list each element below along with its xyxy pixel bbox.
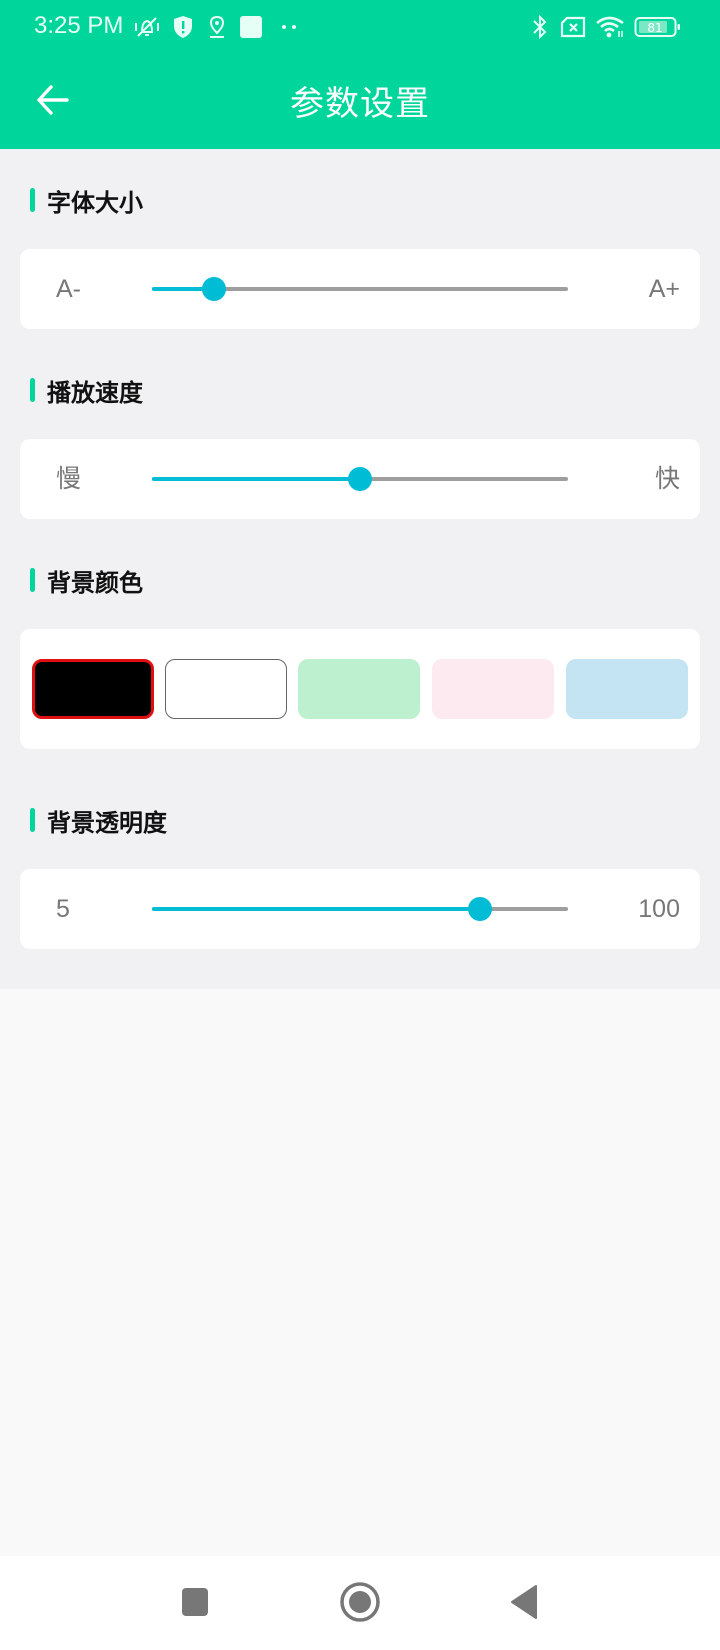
home-button[interactable] [330, 1574, 390, 1634]
font-size-slider[interactable] [152, 275, 568, 303]
background-color-card [20, 629, 700, 749]
section-label: 字体大小 [47, 188, 143, 217]
no-sim-icon [558, 14, 588, 40]
font-size-card: A- A+ [20, 249, 700, 329]
status-time: 3:25 PM [34, 12, 124, 39]
more-dots-icon [280, 14, 300, 40]
play-speed-max-label: 快 [654, 465, 680, 493]
vibrate-mute-icon [132, 14, 162, 40]
battery-level: 81 [647, 21, 662, 35]
section-title-play-speed: 播放速度 [30, 372, 143, 408]
font-size-min-label: A- [56, 275, 81, 303]
back-triangle-icon [508, 1584, 540, 1624]
location-icon [206, 14, 228, 40]
status-bar: 3:25 PM 81 [0, 0, 720, 56]
background-opacity-card: 5 100 [20, 869, 700, 949]
slider-thumb[interactable] [468, 897, 493, 921]
section-accent-bar [30, 568, 35, 592]
color-swatch-blue[interactable] [566, 659, 688, 719]
play-speed-card: 慢 快 [20, 439, 700, 519]
section-label: 背景透明度 [47, 808, 167, 837]
background-opacity-slider[interactable] [152, 895, 568, 923]
color-swatch-pink[interactable] [432, 659, 554, 719]
shield-alert-icon [172, 14, 194, 40]
section-label: 背景颜色 [47, 568, 143, 597]
section-title-font-size: 字体大小 [30, 182, 143, 218]
app-square-icon [239, 14, 263, 40]
slider-fill [152, 907, 481, 911]
play-speed-slider[interactable] [152, 465, 568, 493]
slider-thumb[interactable] [348, 467, 372, 491]
opacity-min-label: 5 [56, 895, 70, 923]
section-title-background-opacity: 背景透明度 [30, 802, 167, 838]
recents-square-icon [180, 1587, 210, 1621]
app-bar: 参数设置 [0, 56, 720, 149]
color-swatch-green[interactable] [298, 659, 420, 719]
play-speed-min-label: 慢 [56, 465, 82, 493]
opacity-max-label: 100 [638, 895, 680, 923]
color-swatch-white[interactable] [165, 659, 287, 719]
slider-thumb[interactable] [202, 277, 227, 301]
settings-content: 字体大小 A- A+ 播放速度 慢 快 背景颜色 背景透明度 5 100 [0, 149, 720, 989]
section-accent-bar [30, 188, 35, 212]
wifi-icon [594, 14, 626, 40]
font-size-max-label: A+ [648, 275, 680, 303]
color-swatch-black[interactable] [32, 659, 154, 719]
section-label: 播放速度 [47, 378, 143, 407]
section-accent-bar [30, 378, 35, 402]
page-title: 参数设置 [290, 84, 430, 124]
home-circle-icon [339, 1581, 381, 1627]
bluetooth-icon [530, 14, 550, 40]
system-nav-bar [0, 1556, 720, 1650]
slider-fill [152, 477, 360, 481]
recents-button[interactable] [165, 1574, 225, 1634]
section-accent-bar [30, 808, 35, 832]
section-title-background-color: 背景颜色 [30, 562, 143, 598]
battery-icon: 81 [634, 14, 682, 40]
back-nav-button[interactable] [494, 1574, 554, 1634]
